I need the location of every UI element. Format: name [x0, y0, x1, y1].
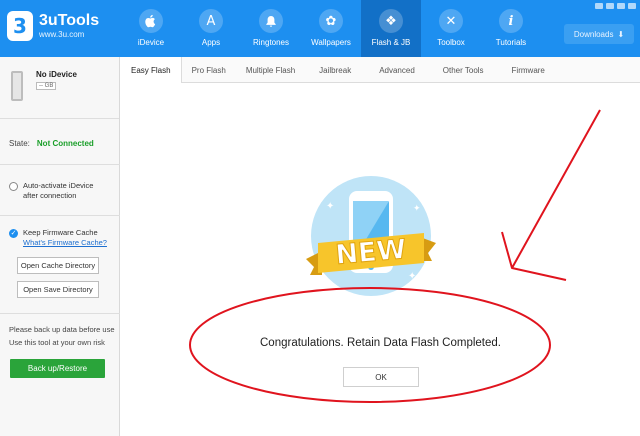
auto-activate-label-2: after connection: [23, 191, 77, 200]
flower-icon: ✿: [319, 9, 343, 33]
appstore-icon: A: [199, 9, 223, 33]
bell-icon: [259, 9, 283, 33]
state-row: State: Not Connected: [9, 139, 94, 148]
top-bar: 3 3uTools www.3u.com iDevice A Apps Ring…: [0, 0, 640, 57]
state-value: Not Connected: [36, 139, 94, 148]
app-logo: 3 3uTools www.3u.com: [7, 11, 99, 41]
sidebar: No iDevice -- GB State: Not Connected Aut…: [0, 57, 120, 436]
keep-cache-option[interactable]: ✓ Keep Firmware Cache What's Firmware Ca…: [9, 228, 107, 248]
tools-icon: ✕: [439, 9, 463, 33]
divider: [0, 164, 120, 165]
window-controls: [595, 3, 636, 9]
download-icon: ⬇: [617, 29, 625, 39]
device-capacity: -- GB: [36, 82, 57, 90]
nav-label: Ringtones: [252, 38, 290, 47]
tab-advanced[interactable]: Advanced: [365, 57, 429, 83]
tab-multiple-flash[interactable]: Multiple Flash: [236, 57, 305, 83]
tab-jailbreak[interactable]: Jailbreak: [305, 57, 365, 83]
nav-flash-jb[interactable]: ❖ Flash & JB: [361, 0, 421, 57]
ok-button[interactable]: OK: [343, 367, 419, 387]
warning-line-1: Please back up data before use: [9, 325, 115, 334]
completion-message: Congratulations. Retain Data Flash Compl…: [260, 337, 501, 349]
easy-flash-panel: ✦ ✦ ✦ NEW Congratulations. Retain Data F…: [121, 83, 640, 436]
nav-label: Apps: [201, 38, 221, 47]
nav-apps[interactable]: A Apps: [181, 0, 241, 57]
phone-icon: [11, 71, 23, 101]
tab-other-tools[interactable]: Other Tools: [429, 57, 498, 83]
radio-button[interactable]: [9, 182, 18, 191]
skin-icon[interactable]: [595, 3, 603, 9]
app-url: www.3u.com: [39, 30, 85, 39]
nav-label: Tutorials: [495, 38, 527, 47]
svg-text:✦: ✦: [413, 204, 421, 214]
menu-icon[interactable]: [606, 3, 614, 9]
close-icon[interactable]: [628, 3, 636, 9]
app-name: 3uTools: [39, 12, 100, 29]
main-nav: iDevice A Apps Ringtones ✿ Wallpapers ❖ …: [121, 0, 541, 57]
state-label: State:: [9, 139, 30, 148]
downloads-button[interactable]: Downloads ⬇: [564, 24, 634, 44]
keep-cache-label: Keep Firmware Cache: [23, 228, 98, 237]
warning-text: Please back up data before use Use this …: [9, 323, 119, 349]
svg-text:✦: ✦: [408, 271, 416, 282]
warning-line-2: Use this tool at your own risk: [9, 338, 105, 347]
auto-activate-option[interactable]: Auto-activate iDevice after connection: [9, 181, 93, 201]
device-panel: No iDevice -- GB: [0, 57, 119, 119]
nav-tutorials[interactable]: i Tutorials: [481, 0, 541, 57]
apple-icon: [139, 9, 163, 33]
nav-label: Toolbox: [437, 38, 465, 47]
open-cache-directory-button[interactable]: Open Cache Directory: [17, 257, 99, 274]
backup-restore-button[interactable]: Back up/Restore: [10, 359, 105, 378]
svg-text:✦: ✦: [326, 201, 334, 212]
tab-bar: Easy Flash Pro Flash Multiple Flash Jail…: [121, 57, 640, 84]
nav-label: Flash & JB: [371, 38, 411, 47]
nav-ringtones[interactable]: Ringtones: [241, 0, 301, 57]
tab-easy-flash[interactable]: Easy Flash: [121, 57, 182, 84]
nav-label: iDevice: [137, 38, 165, 47]
divider: [0, 215, 120, 216]
info-icon: i: [499, 9, 523, 33]
new-phone-illustration: ✦ ✦ ✦ NEW: [306, 176, 436, 296]
dropbox-icon: ❖: [379, 9, 403, 33]
nav-wallpapers[interactable]: ✿ Wallpapers: [301, 0, 361, 57]
whats-cache-link[interactable]: What's Firmware Cache?: [23, 238, 107, 248]
minimize-icon[interactable]: [617, 3, 625, 9]
nav-toolbox[interactable]: ✕ Toolbox: [421, 0, 481, 57]
new-badge-text: NEW: [334, 234, 407, 271]
divider: [0, 313, 120, 314]
tab-firmware[interactable]: Firmware: [498, 57, 559, 83]
device-name: No iDevice: [36, 70, 77, 79]
nav-label: Wallpapers: [311, 38, 351, 47]
nav-idevice[interactable]: iDevice: [121, 0, 181, 57]
auto-activate-label: Auto-activate iDevice: [23, 181, 94, 190]
open-save-directory-button[interactable]: Open Save Directory: [17, 281, 99, 298]
checkbox-checked-icon[interactable]: ✓: [9, 229, 18, 238]
logo-mark-icon: 3: [7, 11, 33, 41]
downloads-label: Downloads: [573, 29, 614, 39]
tab-pro-flash[interactable]: Pro Flash: [182, 57, 236, 83]
